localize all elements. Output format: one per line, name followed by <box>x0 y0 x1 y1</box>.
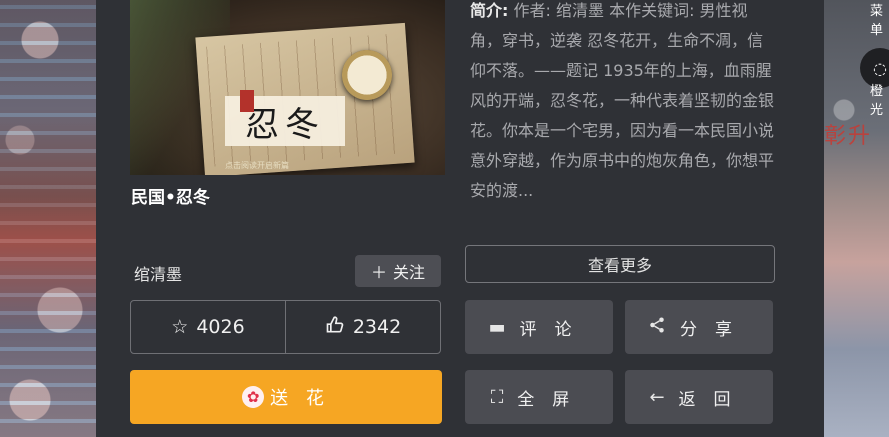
back-label: 返回 <box>678 389 749 410</box>
share-label: 分享 <box>680 319 750 340</box>
flower-icon: ✿ <box>242 386 265 408</box>
follow-button[interactable]: ＋ 关注 <box>355 255 441 287</box>
book-title: 民国•忍冬 <box>131 188 210 208</box>
fullscreen-label: 全屏 <box>517 389 588 410</box>
comment-button[interactable]: ▬ 评论 <box>465 300 613 354</box>
background-left <box>0 0 96 437</box>
fullscreen-button[interactable]: ⛶ 全屏 <box>465 370 613 424</box>
thumbs-up-icon <box>325 315 345 340</box>
send-flower-button[interactable]: ✿ 送 花 <box>130 370 442 424</box>
stats-box: ☆ 4026 2342 <box>130 300 441 354</box>
like-stat[interactable]: 2342 <box>285 301 440 353</box>
fullscreen-icon: ⛶ <box>490 386 504 408</box>
cover-seal <box>240 90 254 112</box>
poster-text: 彰升 <box>824 124 873 149</box>
back-button[interactable]: ← 返回 <box>625 370 773 424</box>
comment-label: 评论 <box>519 319 590 340</box>
favorite-stat[interactable]: ☆ 4026 <box>131 301 285 353</box>
synopsis-label: 简介: <box>470 1 509 20</box>
synopsis: 简介: 作者: 绾清墨 本作关键词: 男性视角，穿书，逆袭 忍冬花开，生命不凋，… <box>470 0 775 206</box>
theme-label[interactable]: 橙光 <box>864 80 889 118</box>
view-more-button[interactable]: 查看更多 <box>465 245 775 283</box>
synopsis-text: 作者: 绾清墨 本作关键词: 男性视角，穿书，逆袭 忍冬花开，生命不凋，信仰不落… <box>470 1 775 200</box>
author-name[interactable]: 绾清墨 <box>134 261 182 285</box>
menu-label[interactable]: 菜单 <box>864 0 889 38</box>
comment-icon: ▬ <box>488 316 506 338</box>
plus-icon: ＋ <box>370 263 387 282</box>
share-button[interactable]: 分享 <box>625 300 773 354</box>
cover-pocket-watch <box>342 50 392 100</box>
cover-tagline: 点击阅读开启新篇 <box>225 161 289 170</box>
like-count: 2342 <box>352 316 402 338</box>
star-icon: ☆ <box>171 316 189 338</box>
share-icon <box>648 316 666 339</box>
favorite-count: 4026 <box>196 316 245 338</box>
book-cover[interactable]: 忍冬 点击阅读开启新篇 <box>130 0 445 175</box>
flower-label: 送 花 <box>270 388 330 409</box>
follow-label: 关注 <box>393 263 426 282</box>
arrow-left-icon: ← <box>649 386 665 408</box>
